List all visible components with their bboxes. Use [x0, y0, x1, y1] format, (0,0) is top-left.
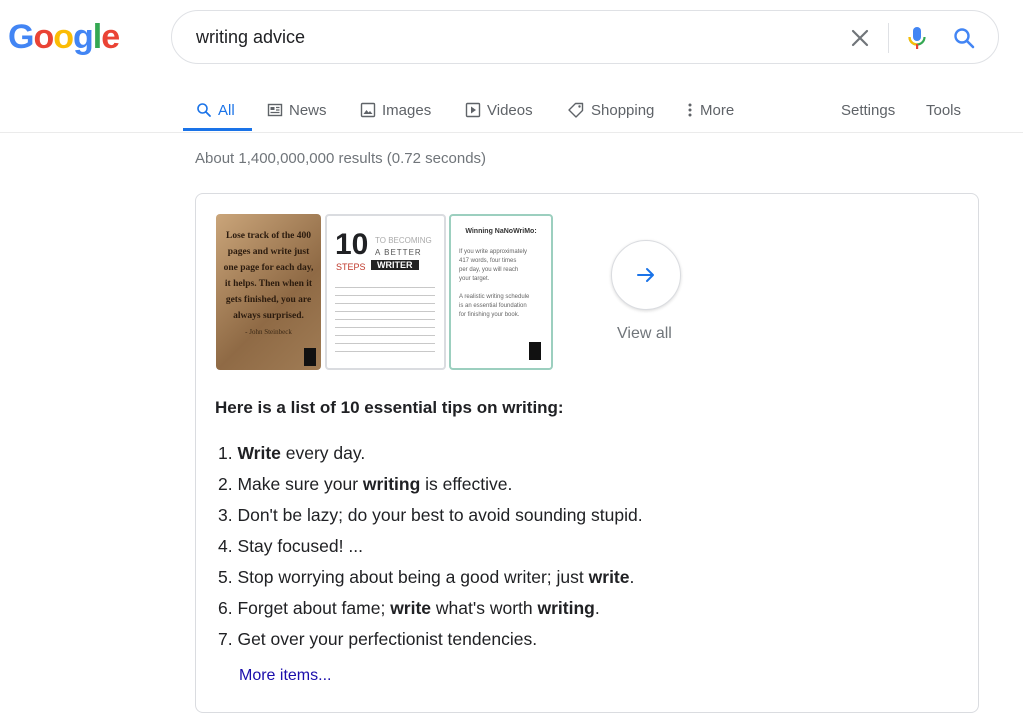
quote-line: it helps. Then when it [224, 279, 313, 289]
play-icon [465, 102, 481, 118]
list-item: 3. Don't be lazy; do your best to avoid … [218, 503, 643, 534]
quote-author: - John Steinbeck [245, 328, 292, 336]
tab-all[interactable]: All [196, 88, 235, 132]
tab-shopping[interactable]: Shopping [567, 88, 654, 132]
thumb-lines [335, 282, 435, 358]
arrow-right-icon [637, 268, 654, 282]
logo-letter: g [73, 18, 94, 56]
list-item: 1. Write every day. [218, 441, 643, 472]
tips-list: 1. Write every day. 2. Make sure your wri… [218, 441, 643, 658]
active-tab-indicator [183, 128, 252, 131]
list-text: 6. Forget about fame; [218, 598, 391, 618]
header-divider [0, 132, 1023, 133]
list-text: every day. [280, 443, 366, 463]
tools-link[interactable]: Tools [926, 88, 961, 132]
tag-icon [568, 102, 584, 118]
list-text: 5. Stop worrying about being a good writ… [218, 567, 589, 587]
list-text: 4. Stay focused! ... [218, 536, 363, 556]
logo-letter: o [33, 18, 54, 56]
tab-label: Images [382, 101, 432, 119]
tab-label: All [218, 101, 235, 119]
thumb-line [459, 284, 547, 293]
featured-snippet: Lose track of the 400 pages and write jus… [195, 193, 979, 713]
list-text: . [629, 567, 635, 587]
search-divider [888, 23, 889, 53]
view-all-label[interactable]: View all [617, 325, 672, 343]
thumb-line: for finishing your book. [459, 312, 520, 318]
snippet-heading: Here is a list of 10 essential tips on w… [215, 398, 564, 417]
mic-icon[interactable] [903, 24, 931, 52]
image-icon [360, 102, 376, 118]
tab-videos[interactable]: Videos [465, 88, 533, 132]
thumb-line: is an essential foundation [459, 303, 527, 309]
quote-line: gets finished, you are [225, 295, 312, 305]
list-text: what's worth [431, 598, 538, 618]
list-text: 2. Make sure your [218, 474, 363, 494]
thumb-line: 417 words, four times [459, 258, 517, 264]
list-text: 7. Get over your perfectionist tendencie… [218, 629, 538, 649]
thumb-a: A BETTER [375, 248, 422, 257]
more-vert-icon [688, 103, 692, 117]
tab-news[interactable]: News [267, 88, 327, 132]
view-all-button[interactable] [611, 240, 681, 310]
tab-label: News [289, 101, 327, 119]
result-stats: About 1,400,000,000 results (0.72 second… [195, 150, 487, 167]
thumb-big-number: 10 [335, 228, 369, 261]
highlighted-term: write [588, 567, 630, 587]
quote-line: always surprised. [233, 311, 304, 321]
highlighted-term: writing [537, 598, 595, 618]
thumb-line: If you write approximately [459, 249, 528, 255]
search-icon [197, 103, 211, 117]
list-text: 3. Don't be lazy; do your best to avoid … [218, 505, 643, 525]
book-badge [304, 348, 316, 366]
list-item: 2. Make sure your writing is effective. [218, 472, 643, 503]
tab-label: Shopping [591, 101, 655, 119]
thumb-line: your target. [459, 276, 490, 282]
list-item: 4. Stay focused! ... [218, 534, 643, 565]
quote-line: pages and write just [227, 247, 310, 257]
quote-line: one page for each day, [223, 263, 314, 273]
settings-link[interactable]: Settings [841, 88, 895, 132]
more-items-link[interactable]: More items... [239, 667, 331, 685]
tab-images[interactable]: Images [360, 88, 431, 132]
book-badge [529, 342, 541, 360]
thumb-to: TO BECOMING [375, 236, 432, 245]
list-text: 1. [218, 443, 238, 463]
highlighted-term: writing [362, 474, 421, 494]
image-thumbnail[interactable]: Winning NaNoWriMo: If you write approxim… [449, 214, 553, 370]
tab-more[interactable]: More [686, 88, 734, 132]
search-tabs: All News Images Videos Shopping More Set… [183, 88, 1023, 133]
tab-label: More [700, 101, 735, 119]
logo-letter: G [8, 18, 34, 56]
logo-letter: e [101, 18, 120, 56]
list-text: is effective. [420, 474, 513, 494]
search-box [171, 10, 999, 64]
thumb-writer: WRITER [371, 260, 419, 270]
search-icon[interactable] [950, 24, 978, 52]
list-item: 6. Forget about fame; write what's worth… [218, 596, 643, 627]
close-icon[interactable] [846, 24, 874, 52]
image-thumbnail[interactable]: 10 STEPS TO BECOMING A BETTER WRITER [325, 214, 446, 370]
list-item: 5. Stop worrying about being a good writ… [218, 565, 643, 596]
quote-line: Lose track of the 400 [226, 231, 311, 241]
highlighted-term: write [390, 598, 432, 618]
image-thumbnail[interactable]: Lose track of the 400 pages and write jus… [216, 214, 321, 370]
search-input[interactable] [196, 25, 796, 49]
list-item: 7. Get over your perfectionist tendencie… [218, 627, 643, 658]
thumb-steps: STEPS [336, 262, 366, 272]
google-logo[interactable]: Google [8, 18, 120, 57]
highlighted-term: Write [237, 443, 281, 463]
news-icon [267, 103, 283, 117]
logo-letter: o [53, 18, 74, 56]
thumb-line: A realistic writing schedule [459, 294, 530, 300]
thumb-line: per day, you will reach [459, 267, 519, 273]
logo-letter: l [92, 18, 103, 56]
thumb-title: Winning NaNoWriMo: [465, 228, 537, 235]
tab-label: Videos [487, 101, 533, 119]
list-text: . [594, 598, 600, 618]
